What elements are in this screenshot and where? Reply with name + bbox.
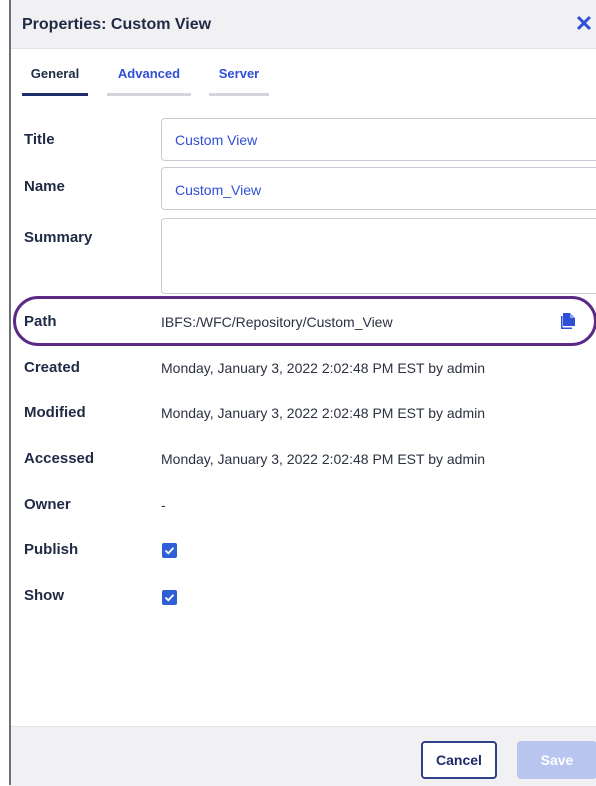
publish-label: Publish [24, 541, 79, 558]
summary-field[interactable] [161, 218, 596, 294]
dialog-header: Properties: Custom View ✕ [11, 0, 596, 49]
tab-general[interactable]: General [22, 66, 88, 96]
title-label: Title [24, 131, 55, 148]
publish-checkbox[interactable] [162, 543, 177, 558]
save-button[interactable]: Save [517, 741, 596, 779]
checkmark-icon [164, 594, 175, 602]
title-field[interactable]: Custom View [161, 118, 596, 161]
summary-label: Summary [24, 229, 93, 246]
checkmark-icon [164, 547, 175, 555]
close-icon[interactable]: ✕ [574, 13, 594, 36]
cancel-button[interactable]: Cancel [421, 741, 497, 779]
tab-advanced[interactable]: Advanced [107, 66, 191, 96]
created-label: Created [24, 359, 80, 376]
properties-dialog: Properties: Custom View ✕ General Advanc… [9, 0, 596, 786]
tab-server[interactable]: Server [209, 66, 269, 96]
accessed-label: Accessed [24, 450, 95, 467]
created-value: Monday, January 3, 2022 2:02:48 PM EST b… [161, 360, 486, 376]
accessed-value: Monday, January 3, 2022 2:02:48 PM EST b… [161, 451, 486, 467]
name-label: Name [24, 178, 65, 195]
title-field-value: Custom View [175, 132, 258, 148]
name-field-value: Custom_View [175, 182, 262, 198]
show-checkbox[interactable] [162, 590, 177, 605]
modified-value: Monday, January 3, 2022 2:02:48 PM EST b… [161, 405, 486, 421]
dialog-footer [11, 726, 596, 786]
path-value: IBFS:/WFC/Repository/Custom_View [161, 314, 393, 330]
owner-label: Owner [24, 496, 71, 513]
modified-label: Modified [24, 404, 86, 421]
show-label: Show [24, 587, 64, 604]
owner-value: - [161, 497, 166, 513]
path-label: Path [24, 313, 57, 330]
dialog-title: Properties: Custom View [22, 16, 212, 33]
name-field[interactable]: Custom_View [161, 167, 596, 210]
copy-icon[interactable] [561, 313, 575, 329]
